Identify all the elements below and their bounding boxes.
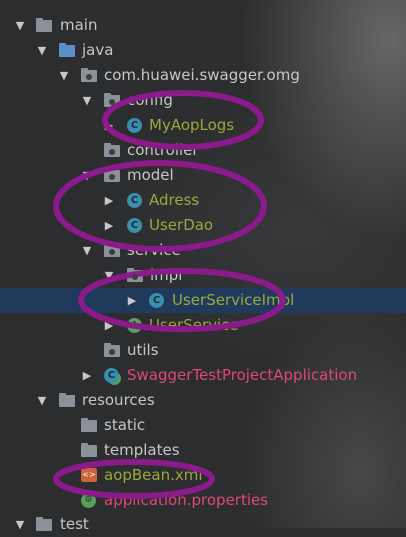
tree-row-package-root[interactable]: ▼ com.huawei.swagger.omg — [0, 63, 406, 88]
tree-item-label: model — [127, 166, 174, 184]
tree-item-label: java — [82, 41, 114, 59]
tree-row-resources[interactable]: ▼ resources — [0, 388, 406, 413]
tree-row-main[interactable]: ▼ main — [0, 13, 406, 38]
folder-icon — [81, 443, 97, 458]
tree-row-myaoplogs[interactable]: ▶ C MyAopLogs — [0, 113, 406, 138]
expand-arrow-icon[interactable]: ▶ — [80, 363, 94, 388]
tree-item-label: utils — [127, 341, 159, 359]
package-icon — [104, 93, 120, 108]
xml-file-icon: <> — [81, 468, 97, 482]
collapse-arrow-icon[interactable]: ▼ — [80, 238, 94, 263]
expand-arrow-icon[interactable]: ▶ — [102, 313, 116, 338]
tree-row-static[interactable]: static — [0, 413, 406, 438]
tree-row-application-class[interactable]: ▶ C SwaggerTestProjectApplication — [0, 363, 406, 388]
folder-icon — [81, 418, 97, 433]
tree-row-adress[interactable]: ▶ C Adress — [0, 188, 406, 213]
tree-item-label: SwaggerTestProjectApplication — [127, 366, 358, 384]
package-icon — [81, 68, 97, 83]
tree-row-test[interactable]: ▼ test — [0, 512, 406, 537]
collapse-arrow-icon[interactable]: ▼ — [102, 263, 116, 288]
tree-row-impl[interactable]: ▼ impl — [0, 263, 406, 288]
collapse-arrow-icon[interactable]: ▼ — [57, 63, 71, 88]
tree-item-label: test — [60, 515, 89, 533]
package-icon — [104, 143, 120, 158]
class-icon: C — [127, 193, 142, 208]
tree-row-controller[interactable]: controller — [0, 138, 406, 163]
class-icon: C — [149, 293, 164, 308]
tree-item-label: impl — [150, 266, 183, 284]
tree-item-label: aopBean.xml — [104, 466, 203, 484]
tree-item-label: templates — [104, 441, 180, 459]
package-icon — [104, 168, 120, 183]
collapse-arrow-icon[interactable]: ▼ — [35, 388, 49, 413]
tree-row-java[interactable]: ▼ java — [0, 38, 406, 63]
tree-item-label: application.properties — [104, 491, 269, 509]
tree-row-utils[interactable]: utils — [0, 338, 406, 363]
interface-icon: I — [127, 318, 142, 333]
resources-folder-icon — [59, 393, 75, 408]
project-tree: ▼ main ▼ java ▼ com.huawei.swagger.omg ▼… — [0, 0, 406, 533]
tree-item-label: MyAopLogs — [149, 116, 235, 134]
tree-item-label: service — [127, 241, 181, 259]
tree-row-application-properties[interactable]: ⚙ application.properties — [0, 488, 406, 513]
tree-item-label: com.huawei.swagger.omg — [104, 66, 300, 84]
tree-item-label: UserService — [149, 316, 239, 334]
expand-arrow-icon[interactable]: ▶ — [102, 213, 116, 238]
expand-arrow-icon[interactable]: ▶ — [102, 188, 116, 213]
folder-icon — [36, 18, 52, 33]
tree-item-label: UserServiceImpl — [172, 291, 295, 309]
tree-row-aopbean-xml[interactable]: <> aopBean.xml — [0, 463, 406, 488]
collapse-arrow-icon[interactable]: ▼ — [13, 13, 27, 38]
tree-row-userservice[interactable]: ▶ I UserService — [0, 313, 406, 338]
tree-row-service[interactable]: ▼ service — [0, 238, 406, 263]
class-icon: C — [127, 218, 142, 233]
tree-row-config[interactable]: ▼ config — [0, 88, 406, 113]
tree-item-label: config — [127, 91, 173, 109]
class-icon: C — [127, 118, 142, 133]
tree-item-label: main — [60, 16, 98, 34]
expand-arrow-icon[interactable]: ▶ — [102, 113, 116, 138]
collapse-arrow-icon[interactable]: ▼ — [80, 88, 94, 113]
tree-item-label: resources — [82, 391, 155, 409]
collapse-arrow-icon[interactable]: ▼ — [80, 163, 94, 188]
package-icon — [104, 343, 120, 358]
package-icon — [127, 268, 143, 283]
tree-item-label: UserDao — [149, 216, 214, 234]
tree-row-userdao[interactable]: ▶ C UserDao — [0, 213, 406, 238]
collapse-arrow-icon[interactable]: ▼ — [13, 512, 27, 537]
tree-row-userserviceimpl[interactable]: ▶ C UserServiceImpl — [0, 288, 406, 313]
properties-file-icon: ⚙ — [81, 493, 96, 508]
tree-item-label: Adress — [149, 191, 200, 209]
folder-icon — [36, 517, 52, 532]
expand-arrow-icon[interactable]: ▶ — [125, 288, 139, 313]
package-icon — [104, 243, 120, 258]
tree-item-label: static — [104, 416, 146, 434]
spring-app-icon: C — [104, 368, 119, 383]
collapse-arrow-icon[interactable]: ▼ — [35, 38, 49, 63]
tree-row-model[interactable]: ▼ model — [0, 163, 406, 188]
tree-row-templates[interactable]: templates — [0, 438, 406, 463]
source-folder-icon — [59, 43, 75, 58]
tree-item-label: controller — [127, 141, 199, 159]
